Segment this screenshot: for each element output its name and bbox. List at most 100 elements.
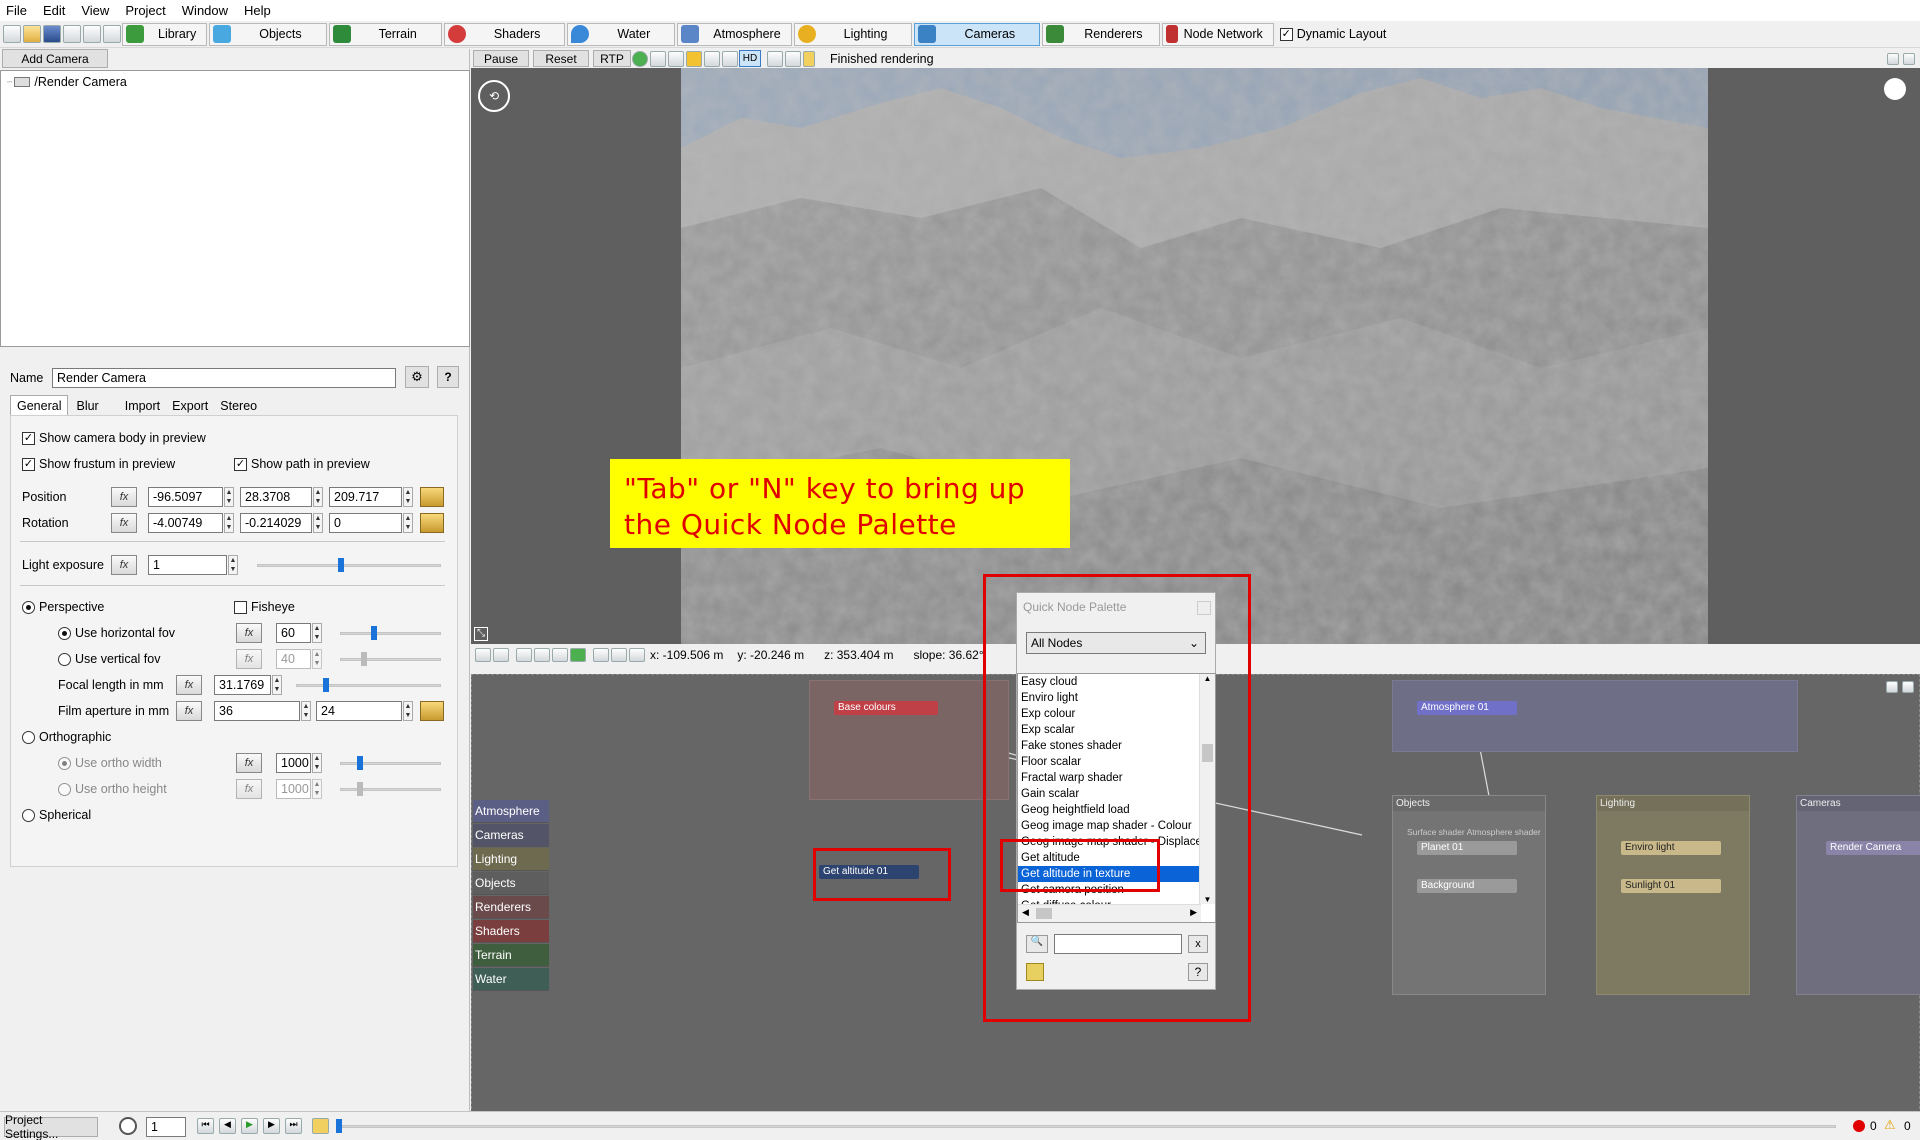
film-aperture-height-spinner[interactable]: ▲ ▼ (403, 701, 413, 721)
hd-button[interactable]: HD (739, 50, 761, 67)
warning-icon[interactable]: ⚠ (1884, 1117, 1896, 1133)
light-exposure-slider-thumb[interactable] (338, 558, 344, 572)
bookmark-icon[interactable] (803, 50, 815, 67)
vfov-slider[interactable] (340, 658, 441, 661)
frame-number-input[interactable]: 1 (146, 1117, 186, 1137)
new-project-icon[interactable] (3, 25, 21, 43)
fisheye-checkbox[interactable] (234, 600, 247, 614)
tab-shaders[interactable]: Shaders (443, 22, 566, 46)
ortho-width-function-button[interactable]: fx (236, 753, 262, 773)
vfov-slider-thumb[interactable] (361, 652, 367, 666)
tab-node-network[interactable]: Node Network (1161, 22, 1274, 46)
position-y-input[interactable]: 28.3708 (240, 487, 312, 507)
position-copy-icon[interactable] (420, 487, 444, 507)
ortho-height-spinner[interactable]: ▲ ▼ (312, 779, 322, 799)
focal-length-input[interactable]: 31.1769 (214, 675, 271, 695)
rotation-y-input[interactable]: -0.214029 (240, 513, 312, 533)
ortho-width-spinner[interactable]: ▲ ▼ (312, 753, 322, 773)
ortho-height-slider[interactable] (340, 788, 441, 791)
perspective-radio[interactable] (22, 600, 35, 614)
clock-icon[interactable] (119, 1117, 137, 1135)
ortho-height-function-button[interactable]: fx (236, 779, 262, 799)
vertical-fov-option[interactable]: Use vertical fov (58, 652, 160, 666)
show-frustum-checkbox[interactable]: ✓ (22, 457, 35, 471)
category-atmosphere[interactable]: Atmosphere (473, 800, 549, 823)
crop-icon[interactable] (767, 50, 783, 67)
view-objects-icon[interactable] (552, 648, 568, 662)
node-enviro-light[interactable]: Enviro light (1621, 841, 1721, 855)
water-preview-icon[interactable] (668, 50, 684, 67)
first-frame-icon[interactable]: ⏮ (197, 1118, 214, 1134)
last-frame-icon[interactable]: ⏭ (285, 1118, 302, 1134)
expand-viewport-icon[interactable]: ⤡ (474, 627, 488, 641)
category-shaders[interactable]: Shaders (473, 920, 549, 943)
hfov-function-button[interactable]: fx (236, 623, 262, 643)
frame-icon[interactable] (611, 648, 627, 662)
light-preview-icon[interactable] (686, 50, 702, 67)
ortho-height-slider-thumb[interactable] (357, 782, 363, 796)
spherical-radio[interactable] (22, 808, 35, 822)
fullscreen-icon[interactable] (103, 25, 121, 43)
timeline-thumb[interactable] (336, 1119, 342, 1133)
node-base-colours[interactable]: Base colours (834, 701, 938, 715)
error-icon[interactable] (1853, 1120, 1865, 1132)
tab-atmosphere[interactable]: Atmosphere (677, 22, 792, 46)
tab-lighting[interactable]: Lighting (793, 22, 913, 46)
tab-renderers[interactable]: Renderers (1042, 22, 1160, 46)
node-background[interactable]: Background (1417, 879, 1517, 893)
node-planet-01[interactable]: Planet 01 (1417, 841, 1517, 855)
rotation-z-spinner[interactable]: ▲ ▼ (403, 513, 413, 533)
tab-water[interactable]: Water (567, 22, 676, 46)
menu-edit[interactable]: Edit (43, 3, 65, 18)
next-frame-icon[interactable]: ▶ (263, 1118, 280, 1134)
terrain-preview-icon[interactable] (632, 50, 648, 67)
view-terrain-icon[interactable] (534, 648, 550, 662)
menu-help[interactable]: Help (244, 3, 271, 18)
previous-frame-icon[interactable]: ◀ (219, 1118, 236, 1134)
tab-cameras[interactable]: Cameras (914, 22, 1041, 46)
position-x-spinner[interactable]: ▲ ▼ (224, 487, 234, 507)
category-cameras[interactable]: Cameras (473, 824, 549, 847)
spherical-option[interactable]: Spherical (22, 808, 91, 822)
hfov-spinner[interactable]: ▲ ▼ (312, 623, 322, 643)
view-camera-icon[interactable] (475, 648, 491, 662)
tab-blur[interactable]: Blur (68, 396, 118, 416)
fisheye-option[interactable]: Fisheye (234, 600, 295, 614)
ortho-width-radio[interactable] (58, 756, 71, 770)
ortho-width-input[interactable]: 1000 (276, 753, 311, 773)
menu-view[interactable]: View (81, 3, 109, 18)
vertical-fov-radio[interactable] (58, 652, 71, 666)
dynamic-layout-toggle[interactable]: ✓ Dynamic Layout (1279, 27, 1386, 41)
vfov-function-button[interactable]: fx (236, 649, 262, 669)
help-button[interactable]: ? (437, 366, 459, 388)
category-terrain[interactable]: Terrain (473, 944, 549, 967)
position-z-input[interactable]: 209.717 (329, 487, 402, 507)
hfov-input[interactable]: 60 (276, 623, 311, 643)
menu-window[interactable]: Window (182, 3, 228, 18)
category-lighting[interactable]: Lighting (473, 848, 549, 871)
object-preview-icon[interactable] (704, 50, 720, 67)
node-close-icon[interactable] (1902, 681, 1914, 693)
dynamic-layout-checkbox[interactable]: ✓ (1279, 27, 1293, 41)
atmosphere-preview-icon[interactable] (722, 50, 738, 67)
vfov-spinner[interactable]: ▲ ▼ (312, 649, 322, 669)
horizontal-fov-radio[interactable] (58, 626, 71, 640)
focal-length-spinner[interactable]: ▲ ▼ (272, 675, 282, 695)
tab-library[interactable]: Library (122, 22, 208, 46)
light-exposure-input[interactable]: 1 (148, 555, 227, 575)
pause-button[interactable]: Pause (473, 50, 529, 67)
view-image-icon[interactable] (493, 648, 509, 662)
add-camera-button[interactable]: Add Camera (2, 49, 108, 68)
rotation-x-input[interactable]: -4.00749 (148, 513, 223, 533)
show-body-option[interactable]: ✓ Show camera body in preview (22, 431, 206, 445)
cloud-preview-icon[interactable] (650, 50, 666, 67)
tab-stereo[interactable]: Stereo (214, 396, 263, 416)
gear-icon[interactable]: ⚙ (405, 366, 429, 388)
focal-length-slider[interactable] (296, 684, 441, 687)
category-objects[interactable]: Objects (473, 872, 549, 895)
film-aperture-function-button[interactable]: fx (176, 701, 202, 721)
reset-button[interactable]: Reset (533, 50, 589, 67)
open-project-icon[interactable] (23, 25, 41, 43)
ortho-width-slider[interactable] (340, 762, 441, 765)
show-body-checkbox[interactable]: ✓ (22, 431, 35, 445)
